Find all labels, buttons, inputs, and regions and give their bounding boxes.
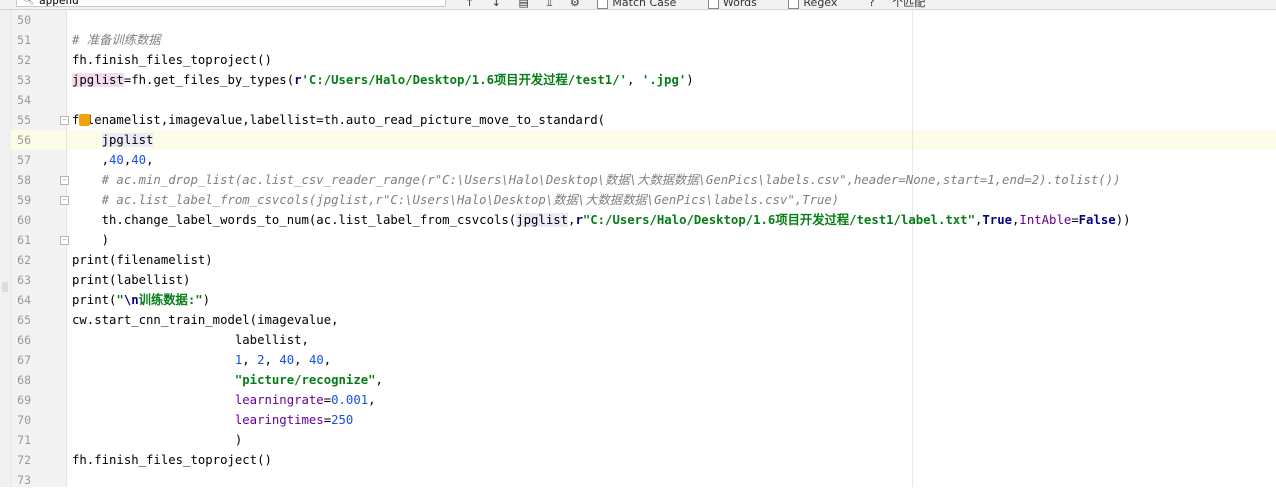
- code-line[interactable]: filenamelist,imagevalue,labellist=th.aut…: [72, 110, 605, 130]
- regex-checkbox[interactable]: Regex: [788, 0, 851, 9]
- code-line[interactable]: 1, 2, 40, 40,: [72, 350, 331, 370]
- code-line[interactable]: labellist,: [72, 330, 309, 350]
- match-case-checkbox[interactable]: Match Case: [597, 0, 690, 9]
- line-number: 67: [17, 353, 31, 367]
- line-number: 71: [17, 433, 31, 447]
- code-line[interactable]: print(labellist): [72, 270, 190, 290]
- line-number: 55: [17, 113, 31, 127]
- line-number: 54: [17, 93, 31, 107]
- search-input[interactable]: 🔍︎ append: [16, 0, 446, 7]
- settings-icon[interactable]: ⚙: [570, 0, 580, 9]
- line-number: 52: [17, 53, 31, 67]
- find-bar: 🔍︎ append ↑ ↓ ▤ ⫫ ⚙ Match Case Words Reg…: [0, 0, 1276, 10]
- code-line[interactable]: fh.finish_files_toproject(): [72, 50, 272, 70]
- prev-match-icon[interactable]: ↑: [465, 0, 474, 9]
- code-line[interactable]: jpglist: [72, 130, 154, 150]
- line-number: 64: [17, 293, 31, 307]
- search-value: append: [39, 0, 79, 7]
- line-number: 69: [17, 393, 31, 407]
- line-number: 50: [17, 13, 31, 27]
- line-number: 66: [17, 333, 31, 347]
- current-line-highlight: [67, 130, 1276, 150]
- code-line[interactable]: jpglist=fh.get_files_by_types(r'C:/Users…: [72, 70, 694, 90]
- fold-icon[interactable]: −: [60, 236, 69, 245]
- line-number: 73: [17, 473, 31, 487]
- code-line[interactable]: ): [72, 430, 242, 450]
- line-number: 72: [17, 453, 31, 467]
- code-line[interactable]: print("\n训练数据:"): [72, 290, 210, 310]
- fold-icon[interactable]: −: [60, 176, 69, 185]
- code-line[interactable]: # ac.min_drop_list(ac.list_csv_reader_ra…: [72, 170, 1121, 190]
- line-number: 63: [17, 273, 31, 287]
- filter-icon[interactable]: ⫫: [546, 0, 552, 9]
- line-number: 51: [17, 33, 31, 47]
- right-margin-guide: [912, 10, 913, 487]
- line-number: 60: [17, 213, 31, 227]
- find-options: ↑ ↓ ▤ ⫫ ⚙ Match Case Words Regex ? 个匹配: [465, 0, 939, 9]
- lightbulb-icon[interactable]: [79, 114, 90, 126]
- strip-marker: [2, 282, 8, 292]
- fold-icon[interactable]: −: [60, 116, 69, 125]
- results-label: 个匹配: [892, 0, 926, 9]
- help-label[interactable]: ?: [869, 0, 875, 9]
- line-number: 53: [17, 73, 31, 87]
- code-line[interactable]: learningrate=0.001,: [72, 390, 376, 410]
- code-line[interactable]: ,40,40,: [72, 150, 154, 170]
- line-number: 57: [17, 153, 31, 167]
- line-number: 59: [17, 193, 31, 207]
- line-number: 62: [17, 253, 31, 267]
- code-line[interactable]: ): [72, 230, 109, 250]
- line-number: 56: [17, 133, 31, 147]
- line-number: 61: [17, 233, 31, 247]
- code-line[interactable]: print(filenamelist): [72, 250, 213, 270]
- next-match-icon[interactable]: ↓: [492, 0, 501, 9]
- words-checkbox[interactable]: Words: [707, 0, 771, 9]
- code-line[interactable]: # 准备训练数据: [72, 30, 161, 50]
- code-line[interactable]: "picture/recognize",: [72, 370, 383, 390]
- select-all-icon[interactable]: ▤: [518, 0, 528, 9]
- code-line[interactable]: # ac.list_label_from_csvcols(jpglist,r"C…: [72, 190, 840, 210]
- code-line[interactable]: fh.finish_files_toproject(): [72, 450, 272, 470]
- line-number: 68: [17, 373, 31, 387]
- code-line[interactable]: cw.start_cnn_train_model(imagevalue,: [72, 310, 339, 330]
- search-icon: 🔍︎: [22, 0, 35, 6]
- line-number: 58: [17, 173, 31, 187]
- fold-icon[interactable]: −: [60, 196, 69, 205]
- line-number: 70: [17, 413, 31, 427]
- code-line[interactable]: learingtimes=250: [72, 410, 353, 430]
- line-number: 65: [17, 313, 31, 327]
- code-line[interactable]: th.change_label_words_to_num(ac.list_lab…: [72, 210, 1131, 230]
